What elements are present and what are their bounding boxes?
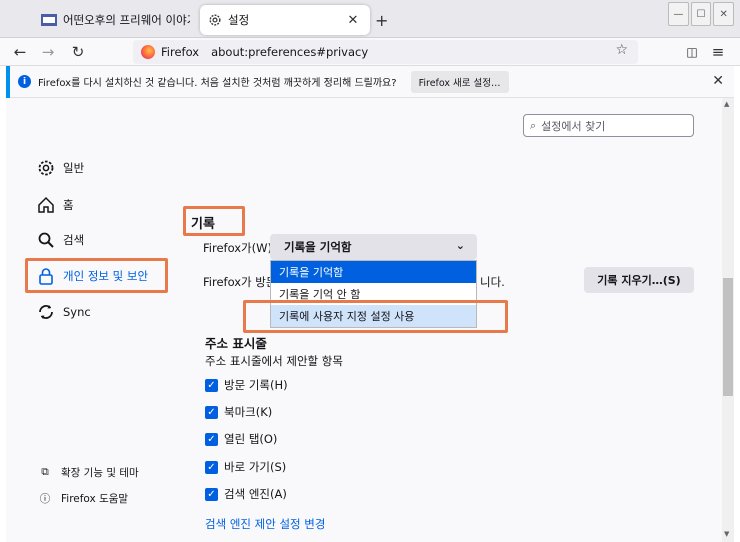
option-remember-history[interactable]: 기록을 기억함 — [271, 261, 476, 283]
category-label: Sync — [63, 305, 91, 319]
puzzle-piece-icon: ⧉ — [41, 466, 49, 478]
checkmark-icon: ✓ — [205, 405, 218, 419]
tab-title: 설정 — [228, 13, 250, 27]
category-general[interactable]: 일반 — [37, 159, 84, 177]
addons-link[interactable]: ⧉ 확장 기능 및 테마 — [38, 465, 139, 480]
checkbox-label: 열린 탭(O) — [224, 432, 278, 446]
checkbox-label: 검색 엔진(A) — [224, 487, 287, 501]
checkbox-label: 방문 기록(H) — [224, 378, 288, 392]
checkbox-shortcuts[interactable]: ✓ 바로 가기(S) — [205, 459, 286, 475]
back-button[interactable]: ← — [10, 42, 30, 62]
pocket-icon[interactable]: ◫ — [682, 42, 702, 62]
category-label: 개인 정보 및 보안 — [63, 269, 149, 283]
clear-history-button[interactable]: 기록 지우기…(S) — [584, 267, 694, 293]
scrollbar-thumb[interactable] — [723, 278, 733, 396]
checkbox-label: 북마크(K) — [224, 405, 273, 419]
firefox-will-label: Firefox가(W) — [203, 241, 272, 255]
close-tab-icon[interactable]: ✕ — [344, 13, 362, 28]
tab-title: 어떤오후의 프리웨어 이야기 — [63, 13, 190, 27]
notification-accent — [6, 66, 10, 98]
minimize-button[interactable]: — — [668, 2, 689, 26]
maximize-button[interactable]: ☐ — [690, 2, 712, 26]
search-placeholder: 설정에서 찾기 — [541, 119, 606, 133]
close-notification-icon[interactable]: ✕ — [712, 73, 724, 89]
url-bar[interactable]: Firefox about:preferences#privacy ☆ — [133, 40, 638, 64]
identity-label: Firefox — [161, 45, 200, 59]
navigation-bar: ← → ↻ Firefox about:preferences#privacy … — [0, 38, 740, 66]
scroll-down-arrow-icon[interactable]: ▼ — [724, 530, 729, 538]
checkbox-open-tabs[interactable]: ✓ 열린 탭(O) — [205, 431, 277, 447]
info-icon: i — [18, 75, 31, 88]
category-label: 일반 — [63, 161, 85, 175]
tab-strip: 어떤오후의 프리웨어 이야기 설정 ✕ + — ☐ ✕ — [0, 0, 740, 38]
category-label: 검색 — [63, 233, 85, 247]
reload-button[interactable]: ↻ — [68, 42, 88, 62]
refresh-firefox-button[interactable]: Firefox 새로 설정… — [410, 70, 509, 93]
reset-notification-bar: i Firefox를 다시 설치하신 것 같습니다. 처음 설치한 것처럼 깨끗… — [6, 66, 734, 98]
forward-button[interactable]: → — [38, 42, 58, 62]
lock-icon — [37, 267, 55, 285]
category-privacy[interactable]: 개인 정보 및 보안 — [37, 267, 148, 285]
highlight-custom-option — [243, 300, 508, 333]
help-icon: ⓘ — [39, 493, 51, 505]
gear-icon — [209, 14, 221, 26]
checkmark-icon: ✓ — [205, 460, 218, 474]
settings-search-input[interactable]: ⌕ 설정에서 찾기 — [523, 114, 694, 137]
footer-label: Firefox 도움말 — [61, 493, 129, 505]
tab-freeware-blog[interactable]: 어떤오후의 프리웨어 이야기 — [33, 5, 198, 35]
scroll-up-arrow-icon[interactable]: ▲ — [724, 100, 729, 108]
chevron-down-icon: ⌄ — [455, 239, 465, 252]
footer-label: 확장 기능 및 테마 — [61, 467, 139, 479]
tab-settings[interactable]: 설정 ✕ — [200, 5, 370, 35]
checkbox-search-engines[interactable]: ✓ 검색 엔진(A) — [205, 486, 287, 502]
search-icon: ⌕ — [530, 118, 537, 132]
checkbox-bookmarks[interactable]: ✓ 북마크(K) — [205, 404, 272, 420]
magnifier-icon — [37, 231, 55, 249]
checkbox-history[interactable]: ✓ 방문 기록(H) — [205, 377, 288, 393]
history-description-right: 니다. — [480, 275, 505, 289]
category-search[interactable]: 검색 — [37, 231, 84, 249]
checkmark-icon: ✓ — [205, 378, 218, 392]
home-icon — [37, 196, 55, 214]
notification-message: Firefox를 다시 설치하신 것 같습니다. 처음 설치한 것처럼 깨끗하게… — [38, 78, 397, 89]
history-description-left: Firefox가 방문 — [203, 275, 277, 289]
address-bar-subtitle: 주소 표시줄에서 제안할 항목 — [205, 354, 343, 368]
window-controls: — ☐ ✕ — [668, 2, 735, 26]
change-search-suggestions-link[interactable]: 검색 엔진 제안 설정 변경 — [205, 516, 325, 532]
bookmark-star-icon[interactable]: ☆ — [615, 42, 628, 58]
url-text: about:preferences#privacy — [211, 45, 369, 59]
category-sync[interactable]: Sync — [37, 303, 91, 321]
select-value: 기록을 기억함 — [284, 240, 352, 254]
history-mode-select[interactable]: 기록을 기억함 ⌄ — [270, 234, 477, 260]
new-tab-button[interactable]: + — [375, 11, 388, 30]
sync-icon — [37, 303, 55, 321]
category-home[interactable]: 홈 — [37, 196, 74, 214]
checkbox-label: 바로 가기(S) — [224, 460, 287, 474]
gear-icon — [37, 159, 55, 177]
help-link[interactable]: ⓘ Firefox 도움말 — [38, 491, 128, 506]
firefox-logo-icon — [141, 45, 155, 59]
menu-button[interactable]: ≡ — [708, 42, 728, 62]
checkmark-icon: ✓ — [205, 487, 218, 501]
scrollbar[interactable]: ▲ ▼ — [722, 98, 734, 542]
history-section-title: 기록 — [191, 217, 215, 232]
category-label: 홈 — [63, 198, 74, 212]
address-bar-section-title: 주소 표시줄 — [205, 336, 267, 351]
checkmark-icon: ✓ — [205, 432, 218, 446]
close-window-button[interactable]: ✕ — [713, 2, 735, 26]
site-favicon-icon — [41, 14, 57, 26]
